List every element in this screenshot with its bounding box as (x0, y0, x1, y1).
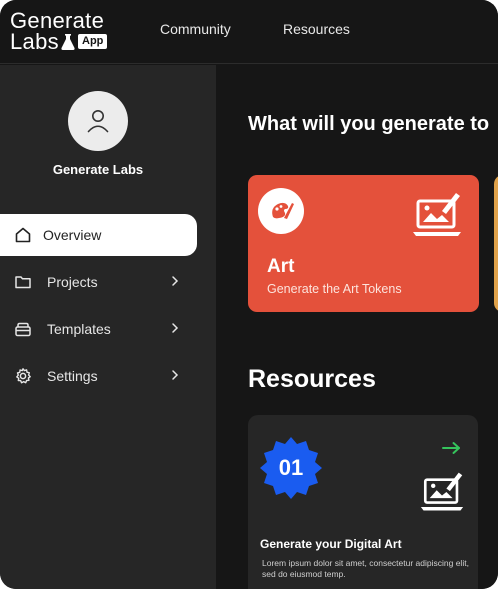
art-card-title: Art (267, 256, 295, 277)
sidebar-item-label: Templates (47, 321, 111, 337)
laptop-art-icon (413, 193, 461, 236)
resource-description: Lorem ipsum dolor sit amet, consectetur … (262, 558, 469, 579)
folder-icon (15, 276, 31, 289)
laptop-art-icon (420, 472, 464, 511)
sidebar-item-settings[interactable]: Settings (0, 355, 197, 397)
app-window: Generate Labs App Community Resources Ge… (0, 0, 498, 589)
flask-icon (61, 34, 75, 50)
sidebar: Generate Labs Overview Projects Template… (0, 65, 216, 589)
resource-card[interactable]: 01 Generate your Digital Art Lorem ipsum… (248, 415, 478, 589)
art-logo (258, 188, 304, 234)
sidebar-item-overview[interactable]: Overview (0, 214, 197, 256)
user-icon (87, 110, 109, 133)
nav-community-link[interactable]: Community (160, 21, 231, 37)
palette-icon (272, 202, 294, 219)
resource-title: Generate your Digital Art (260, 537, 402, 551)
templates-icon (15, 322, 31, 337)
art-card-subtitle: Generate the Art Tokens (267, 282, 402, 296)
sidebar-item-templates[interactable]: Templates (0, 308, 197, 350)
arrow-right-icon[interactable] (442, 441, 462, 455)
chevron-right-icon (172, 323, 179, 333)
art-card[interactable]: Art Generate the Art Tokens (248, 175, 479, 312)
sidebar-item-label: Projects (47, 274, 98, 290)
resources-heading: Resources (248, 365, 376, 393)
avatar[interactable] (68, 91, 128, 151)
next-card-peek[interactable] (494, 175, 498, 312)
brand-logo[interactable]: Generate Labs App (10, 9, 120, 55)
home-icon (15, 227, 31, 243)
top-bar: Generate Labs App Community Resources (0, 0, 498, 64)
resource-number: 01 (278, 455, 304, 480)
brand-name-line2: Labs (10, 29, 59, 54)
nav-resources-link[interactable]: Resources (283, 21, 350, 37)
sidebar-item-label: Settings (47, 368, 98, 384)
chevron-right-icon (172, 276, 179, 286)
gear-icon (16, 368, 31, 384)
profile-name: Generate Labs (52, 162, 144, 177)
sidebar-item-projects[interactable]: Projects (0, 261, 197, 303)
chevron-right-icon (172, 370, 179, 380)
sidebar-item-label: Overview (43, 227, 102, 243)
main-content: What will you generate to Art Generate t… (216, 65, 498, 589)
app-badge: App (78, 34, 108, 49)
page-title: What will you generate to (248, 113, 490, 135)
